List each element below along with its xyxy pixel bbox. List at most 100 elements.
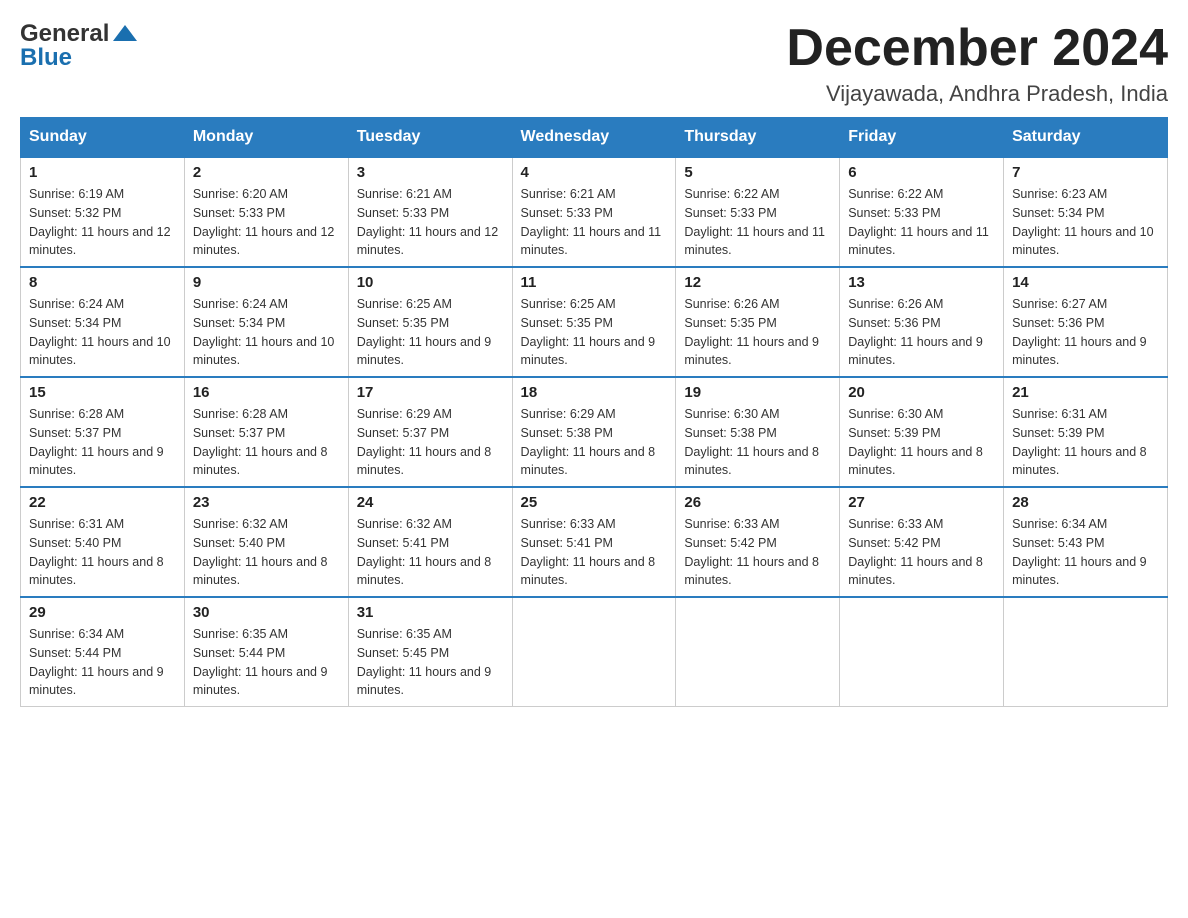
day-info: Sunrise: 6:32 AM Sunset: 5:40 PM Dayligh…	[193, 515, 340, 590]
day-info: Sunrise: 6:23 AM Sunset: 5:34 PM Dayligh…	[1012, 185, 1159, 260]
weekday-header-sunday: Sunday	[21, 118, 185, 158]
day-number: 1	[29, 164, 176, 181]
calendar-cell: 29 Sunrise: 6:34 AM Sunset: 5:44 PM Dayl…	[21, 597, 185, 707]
day-info: Sunrise: 6:20 AM Sunset: 5:33 PM Dayligh…	[193, 185, 340, 260]
day-number: 9	[193, 274, 340, 291]
day-number: 27	[848, 494, 995, 511]
calendar-cell: 13 Sunrise: 6:26 AM Sunset: 5:36 PM Dayl…	[840, 267, 1004, 377]
day-number: 31	[357, 604, 504, 621]
weekday-header-wednesday: Wednesday	[512, 118, 676, 158]
day-info: Sunrise: 6:30 AM Sunset: 5:38 PM Dayligh…	[684, 405, 831, 480]
day-number: 16	[193, 384, 340, 401]
day-info: Sunrise: 6:33 AM Sunset: 5:42 PM Dayligh…	[848, 515, 995, 590]
title-block: December 2024 Vijayawada, Andhra Pradesh…	[786, 20, 1168, 107]
day-info: Sunrise: 6:33 AM Sunset: 5:41 PM Dayligh…	[521, 515, 668, 590]
day-info: Sunrise: 6:28 AM Sunset: 5:37 PM Dayligh…	[29, 405, 176, 480]
day-number: 13	[848, 274, 995, 291]
calendar-cell: 14 Sunrise: 6:27 AM Sunset: 5:36 PM Dayl…	[1004, 267, 1168, 377]
calendar-cell: 16 Sunrise: 6:28 AM Sunset: 5:37 PM Dayl…	[184, 377, 348, 487]
calendar-cell: 24 Sunrise: 6:32 AM Sunset: 5:41 PM Dayl…	[348, 487, 512, 597]
day-number: 23	[193, 494, 340, 511]
calendar-cell: 30 Sunrise: 6:35 AM Sunset: 5:44 PM Dayl…	[184, 597, 348, 707]
day-number: 21	[1012, 384, 1159, 401]
day-number: 6	[848, 164, 995, 181]
calendar-cell: 6 Sunrise: 6:22 AM Sunset: 5:33 PM Dayli…	[840, 157, 1004, 267]
calendar-cell: 27 Sunrise: 6:33 AM Sunset: 5:42 PM Dayl…	[840, 487, 1004, 597]
day-number: 22	[29, 494, 176, 511]
day-info: Sunrise: 6:30 AM Sunset: 5:39 PM Dayligh…	[848, 405, 995, 480]
calendar-cell	[1004, 597, 1168, 707]
logo: General Blue	[20, 20, 139, 72]
weekday-header-friday: Friday	[840, 118, 1004, 158]
calendar-cell: 26 Sunrise: 6:33 AM Sunset: 5:42 PM Dayl…	[676, 487, 840, 597]
day-info: Sunrise: 6:21 AM Sunset: 5:33 PM Dayligh…	[521, 185, 668, 260]
day-number: 10	[357, 274, 504, 291]
day-info: Sunrise: 6:31 AM Sunset: 5:39 PM Dayligh…	[1012, 405, 1159, 480]
day-info: Sunrise: 6:22 AM Sunset: 5:33 PM Dayligh…	[848, 185, 995, 260]
calendar-cell: 28 Sunrise: 6:34 AM Sunset: 5:43 PM Dayl…	[1004, 487, 1168, 597]
calendar-cell: 22 Sunrise: 6:31 AM Sunset: 5:40 PM Dayl…	[21, 487, 185, 597]
day-number: 12	[684, 274, 831, 291]
calendar-cell: 1 Sunrise: 6:19 AM Sunset: 5:32 PM Dayli…	[21, 157, 185, 267]
calendar-cell: 8 Sunrise: 6:24 AM Sunset: 5:34 PM Dayli…	[21, 267, 185, 377]
weekday-header-thursday: Thursday	[676, 118, 840, 158]
day-info: Sunrise: 6:33 AM Sunset: 5:42 PM Dayligh…	[684, 515, 831, 590]
calendar-cell	[840, 597, 1004, 707]
weekday-header-saturday: Saturday	[1004, 118, 1168, 158]
calendar-cell: 11 Sunrise: 6:25 AM Sunset: 5:35 PM Dayl…	[512, 267, 676, 377]
day-info: Sunrise: 6:26 AM Sunset: 5:36 PM Dayligh…	[848, 295, 995, 370]
calendar-cell	[676, 597, 840, 707]
calendar-cell: 23 Sunrise: 6:32 AM Sunset: 5:40 PM Dayl…	[184, 487, 348, 597]
calendar-cell: 4 Sunrise: 6:21 AM Sunset: 5:33 PM Dayli…	[512, 157, 676, 267]
day-info: Sunrise: 6:32 AM Sunset: 5:41 PM Dayligh…	[357, 515, 504, 590]
day-info: Sunrise: 6:25 AM Sunset: 5:35 PM Dayligh…	[521, 295, 668, 370]
day-number: 5	[684, 164, 831, 181]
day-info: Sunrise: 6:21 AM Sunset: 5:33 PM Dayligh…	[357, 185, 504, 260]
day-number: 11	[521, 274, 668, 291]
calendar-cell: 15 Sunrise: 6:28 AM Sunset: 5:37 PM Dayl…	[21, 377, 185, 487]
day-number: 28	[1012, 494, 1159, 511]
day-info: Sunrise: 6:19 AM Sunset: 5:32 PM Dayligh…	[29, 185, 176, 260]
day-info: Sunrise: 6:24 AM Sunset: 5:34 PM Dayligh…	[193, 295, 340, 370]
day-number: 20	[848, 384, 995, 401]
logo-icon	[111, 23, 139, 45]
day-number: 30	[193, 604, 340, 621]
weekday-header-tuesday: Tuesday	[348, 118, 512, 158]
day-number: 26	[684, 494, 831, 511]
calendar-cell: 9 Sunrise: 6:24 AM Sunset: 5:34 PM Dayli…	[184, 267, 348, 377]
weekday-header-row: SundayMondayTuesdayWednesdayThursdayFrid…	[21, 118, 1168, 158]
calendar-cell: 12 Sunrise: 6:26 AM Sunset: 5:35 PM Dayl…	[676, 267, 840, 377]
calendar-cell: 21 Sunrise: 6:31 AM Sunset: 5:39 PM Dayl…	[1004, 377, 1168, 487]
day-number: 3	[357, 164, 504, 181]
day-number: 7	[1012, 164, 1159, 181]
day-number: 17	[357, 384, 504, 401]
calendar-cell: 20 Sunrise: 6:30 AM Sunset: 5:39 PM Dayl…	[840, 377, 1004, 487]
logo-blue-text: Blue	[20, 44, 72, 72]
calendar-week-5: 29 Sunrise: 6:34 AM Sunset: 5:44 PM Dayl…	[21, 597, 1168, 707]
day-number: 24	[357, 494, 504, 511]
calendar-cell: 7 Sunrise: 6:23 AM Sunset: 5:34 PM Dayli…	[1004, 157, 1168, 267]
day-info: Sunrise: 6:29 AM Sunset: 5:38 PM Dayligh…	[521, 405, 668, 480]
day-number: 2	[193, 164, 340, 181]
calendar-cell: 10 Sunrise: 6:25 AM Sunset: 5:35 PM Dayl…	[348, 267, 512, 377]
day-info: Sunrise: 6:31 AM Sunset: 5:40 PM Dayligh…	[29, 515, 176, 590]
day-info: Sunrise: 6:35 AM Sunset: 5:44 PM Dayligh…	[193, 625, 340, 700]
calendar-cell: 19 Sunrise: 6:30 AM Sunset: 5:38 PM Dayl…	[676, 377, 840, 487]
month-title: December 2024	[786, 20, 1168, 77]
calendar-cell: 17 Sunrise: 6:29 AM Sunset: 5:37 PM Dayl…	[348, 377, 512, 487]
day-number: 19	[684, 384, 831, 401]
calendar-week-2: 8 Sunrise: 6:24 AM Sunset: 5:34 PM Dayli…	[21, 267, 1168, 377]
day-info: Sunrise: 6:29 AM Sunset: 5:37 PM Dayligh…	[357, 405, 504, 480]
calendar-week-4: 22 Sunrise: 6:31 AM Sunset: 5:40 PM Dayl…	[21, 487, 1168, 597]
day-info: Sunrise: 6:34 AM Sunset: 5:44 PM Dayligh…	[29, 625, 176, 700]
calendar-cell	[512, 597, 676, 707]
day-number: 25	[521, 494, 668, 511]
day-number: 14	[1012, 274, 1159, 291]
location-subtitle: Vijayawada, Andhra Pradesh, India	[786, 81, 1168, 107]
day-info: Sunrise: 6:27 AM Sunset: 5:36 PM Dayligh…	[1012, 295, 1159, 370]
calendar-cell: 2 Sunrise: 6:20 AM Sunset: 5:33 PM Dayli…	[184, 157, 348, 267]
day-info: Sunrise: 6:25 AM Sunset: 5:35 PM Dayligh…	[357, 295, 504, 370]
calendar-week-3: 15 Sunrise: 6:28 AM Sunset: 5:37 PM Dayl…	[21, 377, 1168, 487]
day-info: Sunrise: 6:34 AM Sunset: 5:43 PM Dayligh…	[1012, 515, 1159, 590]
calendar-table: SundayMondayTuesdayWednesdayThursdayFrid…	[20, 117, 1168, 707]
